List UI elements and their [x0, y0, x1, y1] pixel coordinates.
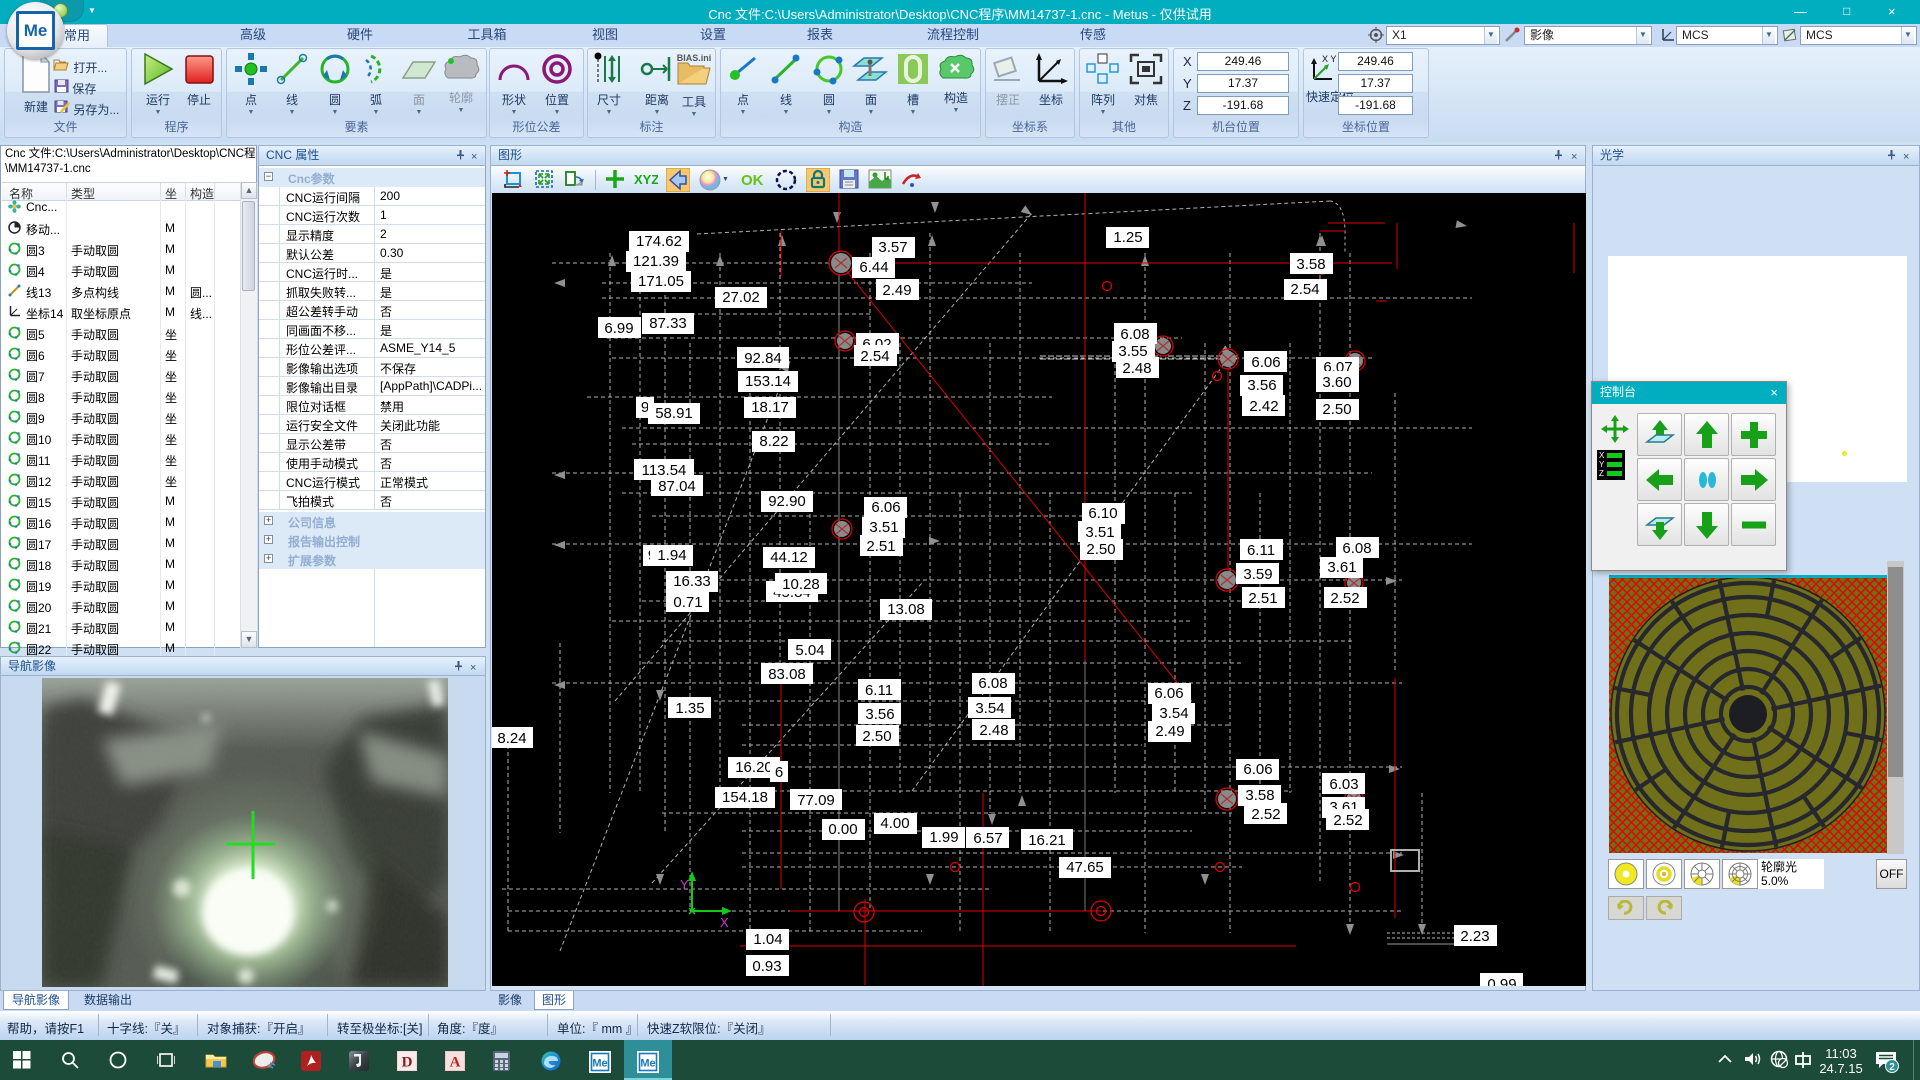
svg-text:3.54: 3.54	[1159, 705, 1188, 722]
svg-text:44.12: 44.12	[770, 549, 808, 566]
svg-text:6.06: 6.06	[1251, 354, 1280, 371]
svg-text:8.22: 8.22	[759, 433, 788, 450]
svg-text:3.51: 3.51	[869, 519, 898, 536]
svg-text:6: 6	[775, 764, 783, 781]
svg-text:92.84: 92.84	[744, 350, 782, 367]
svg-text:2.51: 2.51	[1248, 590, 1277, 607]
svg-text:6.99: 6.99	[604, 320, 633, 337]
svg-text:Me: Me	[592, 1058, 607, 1070]
svg-text:2.50: 2.50	[1322, 401, 1351, 418]
svg-text:6.06: 6.06	[1243, 761, 1272, 778]
svg-text:16.33: 16.33	[673, 573, 711, 590]
svg-text:3.56: 3.56	[865, 706, 894, 723]
svg-text:BIAS.ini: BIAS.ini	[677, 53, 712, 63]
svg-text:92.90: 92.90	[768, 493, 806, 510]
svg-text:3.58: 3.58	[1296, 256, 1325, 273]
svg-text:5.04: 5.04	[795, 642, 824, 659]
svg-text:154.18: 154.18	[722, 789, 768, 806]
svg-text:2.50: 2.50	[1086, 541, 1115, 558]
svg-text:XYZ: XYZ	[634, 172, 658, 187]
svg-text:6.57: 6.57	[973, 830, 1002, 847]
svg-text:27.02: 27.02	[722, 289, 760, 306]
svg-text:3.59: 3.59	[1243, 566, 1272, 583]
svg-text:3.56: 3.56	[1247, 377, 1276, 394]
svg-text:3.51: 3.51	[1085, 524, 1114, 541]
svg-text:2.54: 2.54	[1290, 281, 1319, 298]
svg-text:18.17: 18.17	[751, 399, 789, 416]
svg-text:1.35: 1.35	[675, 700, 704, 717]
svg-text:174.62: 174.62	[636, 233, 682, 250]
svg-text:4.00: 4.00	[880, 815, 909, 832]
svg-text:83.08: 83.08	[768, 666, 806, 683]
svg-text:6.08: 6.08	[1120, 326, 1149, 343]
svg-text:2.52: 2.52	[1251, 806, 1280, 823]
svg-text:121.39: 121.39	[633, 253, 679, 270]
svg-text:6.08: 6.08	[1342, 540, 1371, 557]
svg-text:2.23: 2.23	[1460, 928, 1489, 945]
svg-text:2.52: 2.52	[1333, 812, 1362, 829]
svg-text:87.04: 87.04	[658, 478, 696, 495]
svg-text:0.99: 0.99	[1487, 976, 1516, 986]
svg-text:3.54: 3.54	[975, 700, 1004, 717]
svg-text:2: 2	[1889, 1062, 1895, 1073]
svg-text:16.21: 16.21	[1028, 832, 1066, 849]
svg-text:X: X	[720, 915, 729, 930]
svg-text:1.25: 1.25	[1113, 229, 1142, 246]
svg-text:6.44: 6.44	[859, 259, 888, 276]
svg-text:77.09: 77.09	[797, 792, 835, 809]
svg-text:6.08: 6.08	[978, 675, 1007, 692]
svg-text:1.99: 1.99	[929, 829, 958, 846]
svg-text:1.04: 1.04	[753, 931, 782, 948]
svg-text:6.03: 6.03	[1329, 776, 1358, 793]
svg-text:2.51: 2.51	[866, 538, 895, 555]
svg-text:0.93: 0.93	[752, 958, 781, 975]
svg-text:OK: OK	[741, 172, 764, 189]
svg-text:9: 9	[641, 399, 649, 416]
svg-text:10.28: 10.28	[782, 576, 820, 593]
svg-text:6.06: 6.06	[871, 499, 900, 516]
svg-text:6.11: 6.11	[1247, 542, 1275, 559]
svg-text:Y: Y	[680, 877, 689, 892]
svg-text:3.60: 3.60	[1322, 374, 1351, 391]
svg-text:3.61: 3.61	[1327, 559, 1356, 576]
svg-text:8.24: 8.24	[497, 730, 526, 747]
svg-text:3.58: 3.58	[1245, 787, 1274, 804]
svg-text:1.94: 1.94	[657, 547, 686, 564]
svg-text:6.11: 6.11	[865, 682, 893, 699]
svg-text:0.71: 0.71	[673, 594, 702, 611]
svg-text:171.05: 171.05	[638, 273, 684, 290]
svg-text:2.52: 2.52	[1330, 590, 1359, 607]
svg-text:2.50: 2.50	[862, 728, 891, 745]
svg-text:2.49: 2.49	[882, 282, 911, 299]
svg-text:6.06: 6.06	[1154, 685, 1183, 702]
svg-text:Me: Me	[640, 1058, 655, 1070]
svg-text:13.08: 13.08	[887, 601, 925, 618]
svg-text:2.49: 2.49	[1155, 723, 1184, 740]
svg-text:A: A	[450, 1055, 461, 1071]
svg-text:2.48: 2.48	[1122, 360, 1151, 377]
svg-text:58.91: 58.91	[655, 405, 693, 422]
svg-text:0.00: 0.00	[828, 821, 857, 838]
svg-text:D: D	[402, 1055, 413, 1071]
svg-text:2.48: 2.48	[979, 722, 1008, 739]
svg-text:87.33: 87.33	[649, 315, 687, 332]
svg-text:6.10: 6.10	[1088, 505, 1117, 522]
svg-text:2.42: 2.42	[1249, 398, 1278, 415]
svg-text:47.65: 47.65	[1066, 859, 1104, 876]
svg-text:16.20: 16.20	[735, 759, 773, 776]
svg-text:153.14: 153.14	[745, 373, 791, 390]
svg-text:2.54: 2.54	[860, 348, 889, 365]
svg-text:3.57: 3.57	[878, 239, 907, 256]
